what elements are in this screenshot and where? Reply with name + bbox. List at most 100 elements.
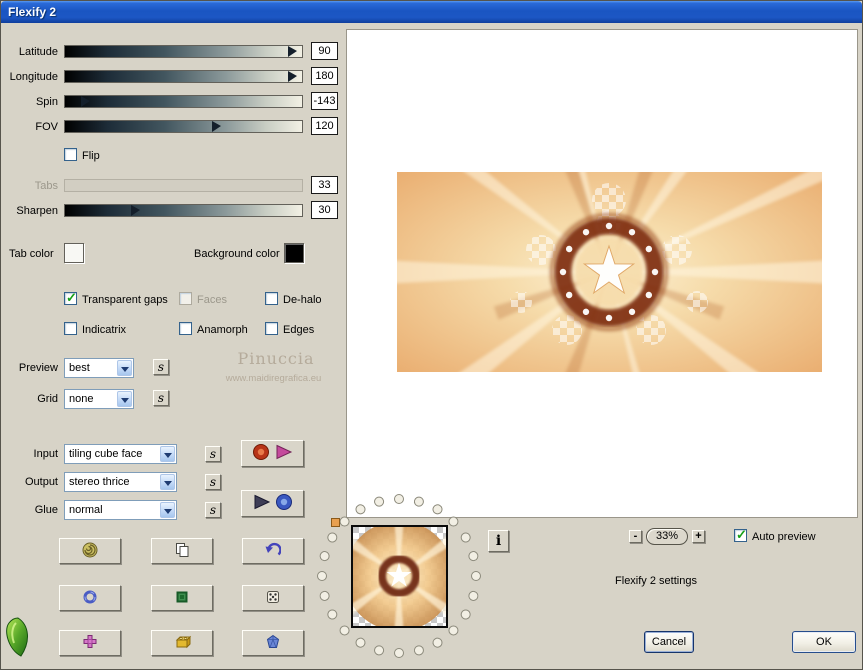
longitude-value-field[interactable]: 180 (311, 67, 338, 85)
glue-s-button[interactable]: s (205, 502, 221, 518)
transparent-gaps-checkbox[interactable]: ✓ (64, 290, 77, 305)
tabs-slider (64, 179, 303, 192)
longitude-slider-marker[interactable] (287, 71, 297, 82)
pink-cross-button[interactable] (59, 630, 121, 656)
ring-button[interactable] (59, 585, 121, 611)
auto-preview-label: Auto preview (752, 531, 816, 543)
output-select-value: stereo thrice (69, 476, 130, 488)
output-chevron-down-icon[interactable] (160, 474, 175, 490)
titlebar[interactable]: Flexify 2 (1, 1, 862, 23)
indicatrix-label: Indicatrix (82, 324, 127, 336)
ok-button[interactable]: OK (792, 631, 856, 653)
preview-chevron-down-icon[interactable] (117, 360, 132, 376)
thumbnail-preview[interactable] (338, 506, 460, 646)
zoom-in-button[interactable]: + (692, 530, 705, 543)
output-s-button[interactable]: s (205, 474, 221, 490)
sharpen-row: Sharpen 30 (1, 201, 346, 222)
preview-select[interactable]: best (64, 358, 134, 378)
input-select[interactable]: tiling cube face (64, 444, 177, 464)
input-select-value: tiling cube face (69, 448, 143, 460)
shell-button[interactable] (59, 538, 121, 564)
longitude-slider[interactable] (64, 70, 303, 83)
zoom-level: 33% (646, 528, 688, 545)
glue-combo-label: Glue (34, 504, 58, 516)
edges-label: Edges (283, 324, 315, 336)
tab-color-label: Tab color (9, 248, 54, 260)
watermark-line2: www.maidiregrafica.eu (225, 373, 322, 384)
spin-slider[interactable] (64, 95, 303, 108)
glue-action-button[interactable] (241, 490, 304, 517)
grid-combo-label: Grid (37, 393, 58, 405)
input-combo-label: Input (33, 448, 58, 460)
settings-status-text: Flexify 2 settings (615, 575, 697, 587)
preview-select-value: best (69, 362, 90, 374)
spin-row: Spin -143 (1, 92, 346, 113)
window-title: Flexify 2 (8, 5, 57, 19)
grid-select-value: none (69, 393, 94, 405)
info-button[interactable]: i (488, 530, 509, 552)
sharpen-value-field[interactable]: 30 (311, 201, 338, 219)
spin-value-field[interactable]: -143 (311, 92, 338, 110)
output-combo-label: Output (24, 476, 58, 488)
spin-slider-marker[interactable] (81, 96, 91, 107)
output-select[interactable]: stereo thrice (64, 472, 177, 492)
brick-button[interactable] (151, 630, 213, 656)
grid-select[interactable]: none (64, 389, 134, 409)
fov-slider[interactable] (64, 120, 303, 133)
de-halo-label: De-halo (283, 294, 322, 306)
grid-chevron-down-icon[interactable] (117, 391, 132, 407)
latitude-slider-marker[interactable] (287, 46, 297, 57)
dice-icon (265, 589, 281, 608)
background-color-swatch[interactable] (284, 243, 304, 263)
copy-button[interactable] (151, 538, 213, 564)
green-square-icon (174, 589, 190, 608)
preview-s-button[interactable]: s (153, 359, 169, 375)
fov-value-field[interactable]: 120 (311, 117, 338, 135)
grid-s-button[interactable]: s (153, 390, 169, 406)
cancel-button[interactable]: Cancel (644, 631, 694, 653)
indicatrix-checkbox[interactable] (64, 322, 77, 335)
tab-color-swatch[interactable] (64, 243, 84, 263)
longitude-label: Longitude (9, 71, 58, 83)
latitude-slider[interactable] (64, 45, 303, 58)
undo-arrow-icon (265, 542, 282, 561)
tabs-value-field[interactable]: 33 (311, 176, 338, 194)
undo-button[interactable] (242, 538, 304, 564)
glue-select-value: normal (69, 504, 103, 516)
transparent-gaps-label: Transparent gaps (82, 294, 168, 306)
input-s-button[interactable]: s (205, 446, 221, 462)
gem-button[interactable] (242, 630, 304, 656)
sharpen-label: Sharpen (16, 205, 58, 217)
longitude-row: Longitude 180 (1, 67, 346, 88)
fov-slider-marker[interactable] (211, 121, 221, 132)
flip-checkbox[interactable] (64, 148, 77, 161)
green-square-button[interactable] (151, 585, 213, 611)
sharpen-slider-marker[interactable] (131, 205, 141, 216)
dice-button[interactable] (242, 585, 304, 611)
edges-checkbox[interactable] (265, 322, 278, 335)
anamorph-checkbox[interactable] (179, 322, 192, 335)
shell-icon (81, 542, 99, 561)
tabs-row: Tabs 33 (1, 176, 346, 197)
preview-image[interactable] (309, 1, 862, 565)
auto-preview-checkbox[interactable]: ✓ (734, 527, 747, 542)
input-chevron-down-icon[interactable] (160, 446, 175, 462)
orange-marker-dot (331, 518, 340, 527)
yellow-brick-icon (174, 634, 191, 653)
faces-checkbox (179, 292, 192, 305)
de-halo-checkbox[interactable] (265, 292, 278, 305)
preview-canvas[interactable] (309, 1, 862, 565)
faces-label: Faces (197, 294, 227, 306)
green-gem-icon[interactable] (2, 617, 32, 662)
sharpen-slider[interactable] (64, 204, 303, 217)
zoom-out-button[interactable]: - (629, 530, 642, 543)
play-blue-disc-icon (251, 492, 295, 515)
latitude-value-field[interactable]: 90 (311, 42, 338, 60)
background-color-label: Background color (194, 248, 280, 260)
glue-chevron-down-icon[interactable] (160, 502, 175, 518)
input-action-button[interactable] (241, 440, 304, 467)
copy-icon (174, 542, 191, 561)
transparent-gaps-check-mark: ✓ (66, 290, 77, 305)
glue-select[interactable]: normal (64, 500, 177, 520)
auto-preview-check-mark: ✓ (736, 527, 747, 542)
